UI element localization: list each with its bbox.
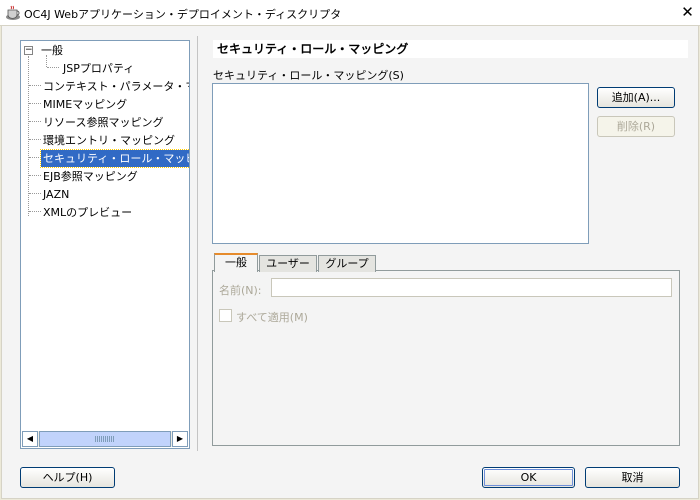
ok-button[interactable]: OK (482, 467, 575, 488)
tree-line (29, 193, 41, 194)
tree-item-security-role-mapping[interactable]: セキュリティ・ロール・マッピング (39, 149, 189, 168)
tree-line (47, 67, 59, 68)
name-field[interactable] (271, 278, 672, 297)
tab-users[interactable]: ユーザー (259, 255, 317, 272)
tree-item-jazn[interactable]: JAZN (41, 186, 71, 203)
tab-groups[interactable]: グループ (318, 255, 376, 272)
tab-general[interactable]: 一般 (214, 253, 258, 272)
scroll-right-icon[interactable]: ▶ (172, 431, 188, 447)
cancel-button[interactable]: 取消 (585, 467, 680, 488)
apply-all-label: すべて適用(M) (236, 311, 308, 324)
grip-icon (95, 436, 115, 442)
tree-item-general[interactable]: 一般 (39, 42, 65, 59)
tree-line (29, 139, 41, 140)
tree-item-resource-reference-mapping[interactable]: リソース参照マッピング (41, 114, 165, 131)
coffee-cup-icon (6, 5, 20, 20)
tree-item-environment-entry-mapping[interactable]: 環境エントリ・マッピング (41, 132, 177, 149)
remove-button[interactable]: 削除(R) (597, 116, 675, 137)
role-mapping-list[interactable] (212, 83, 589, 244)
tree-line (28, 56, 29, 216)
tree-line (29, 175, 41, 176)
scroll-left-icon[interactable]: ◀ (22, 431, 38, 447)
title-bar: OC4J Webアプリケーション・デプロイメント・ディスクリプタ ✕ (0, 0, 700, 26)
window-title: OC4J Webアプリケーション・デプロイメント・ディスクリプタ (24, 8, 342, 21)
role-mapping-list-label: セキュリティ・ロール・マッピング(S) (213, 69, 404, 82)
help-button[interactable]: ヘルプ(H) (20, 467, 115, 488)
tree-line (29, 103, 41, 104)
tree-line (29, 85, 41, 86)
panel-heading: セキュリティ・ロール・マッピング (213, 40, 688, 58)
tree-collapse-icon[interactable]: − (24, 46, 33, 55)
close-icon[interactable]: ✕ (679, 4, 696, 21)
tree-line (29, 121, 41, 122)
tree-item-xml-preview[interactable]: XMLのプレビュー (41, 204, 134, 221)
tree-item-context-parameter-mapping[interactable]: コンテキスト・パラメータ・マッピング (41, 78, 189, 95)
horizontal-scrollbar[interactable]: ◀ ▶ (22, 431, 188, 447)
tree-item-ejb-reference-mapping[interactable]: EJB参照マッピング (41, 168, 140, 185)
tree-item-jsp-properties[interactable]: JSPプロパティ (61, 60, 136, 77)
scrollbar-thumb[interactable] (39, 431, 171, 447)
navigation-tree: − 一般 JSPプロパティ コンテキスト・パラメータ・マッピング MIMEマッピ… (20, 40, 190, 449)
tree-line (29, 157, 41, 158)
tree-line (29, 211, 41, 212)
name-label: 名前(N): (219, 284, 262, 297)
tree-item-mime-mapping[interactable]: MIMEマッピング (41, 96, 129, 113)
apply-all-checkbox[interactable] (219, 309, 232, 322)
add-button[interactable]: 追加(A)... (597, 87, 675, 108)
